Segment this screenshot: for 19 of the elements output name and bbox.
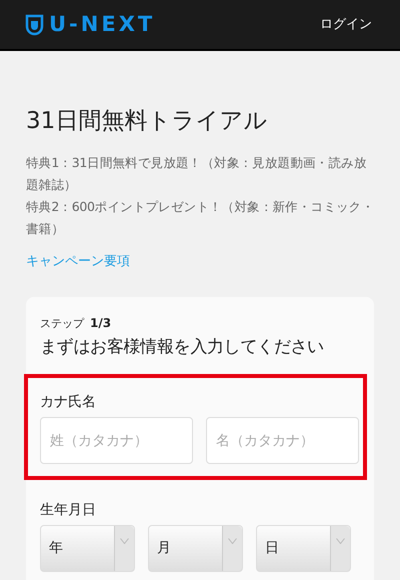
caret-icon (336, 538, 345, 544)
caret-icon (228, 538, 237, 544)
field-label: カナ氏名 (40, 393, 97, 412)
login-link[interactable]: ログイン (320, 14, 372, 34)
logo-text: U-NEXT (49, 14, 156, 35)
date-select[interactable]: 年 (40, 525, 135, 572)
name-input[interactable]: 姓（カタカナ） (40, 417, 193, 464)
step-number: 1/3 (90, 315, 112, 332)
date-select[interactable]: 日 (256, 525, 351, 572)
benefit-text: 特典2：600ポイントプレゼント！（対象：新作・コミック・書籍） (26, 198, 376, 238)
shield-icon (25, 14, 44, 36)
date-select[interactable]: 月 (148, 525, 243, 572)
name-input[interactable]: 名（カタカナ） (206, 417, 359, 464)
field-label: 生年月日 (40, 501, 97, 520)
caret-icon (120, 538, 129, 544)
benefit-text: 特典1：31日間無料で見放題！（対象：見放題動画・読み放題雑誌） (26, 154, 368, 194)
step-label: ステップ (40, 316, 84, 332)
page-title: 31日間無料トライアル (26, 107, 268, 136)
form-heading: まずはお客様情報を入力してください (40, 336, 325, 359)
